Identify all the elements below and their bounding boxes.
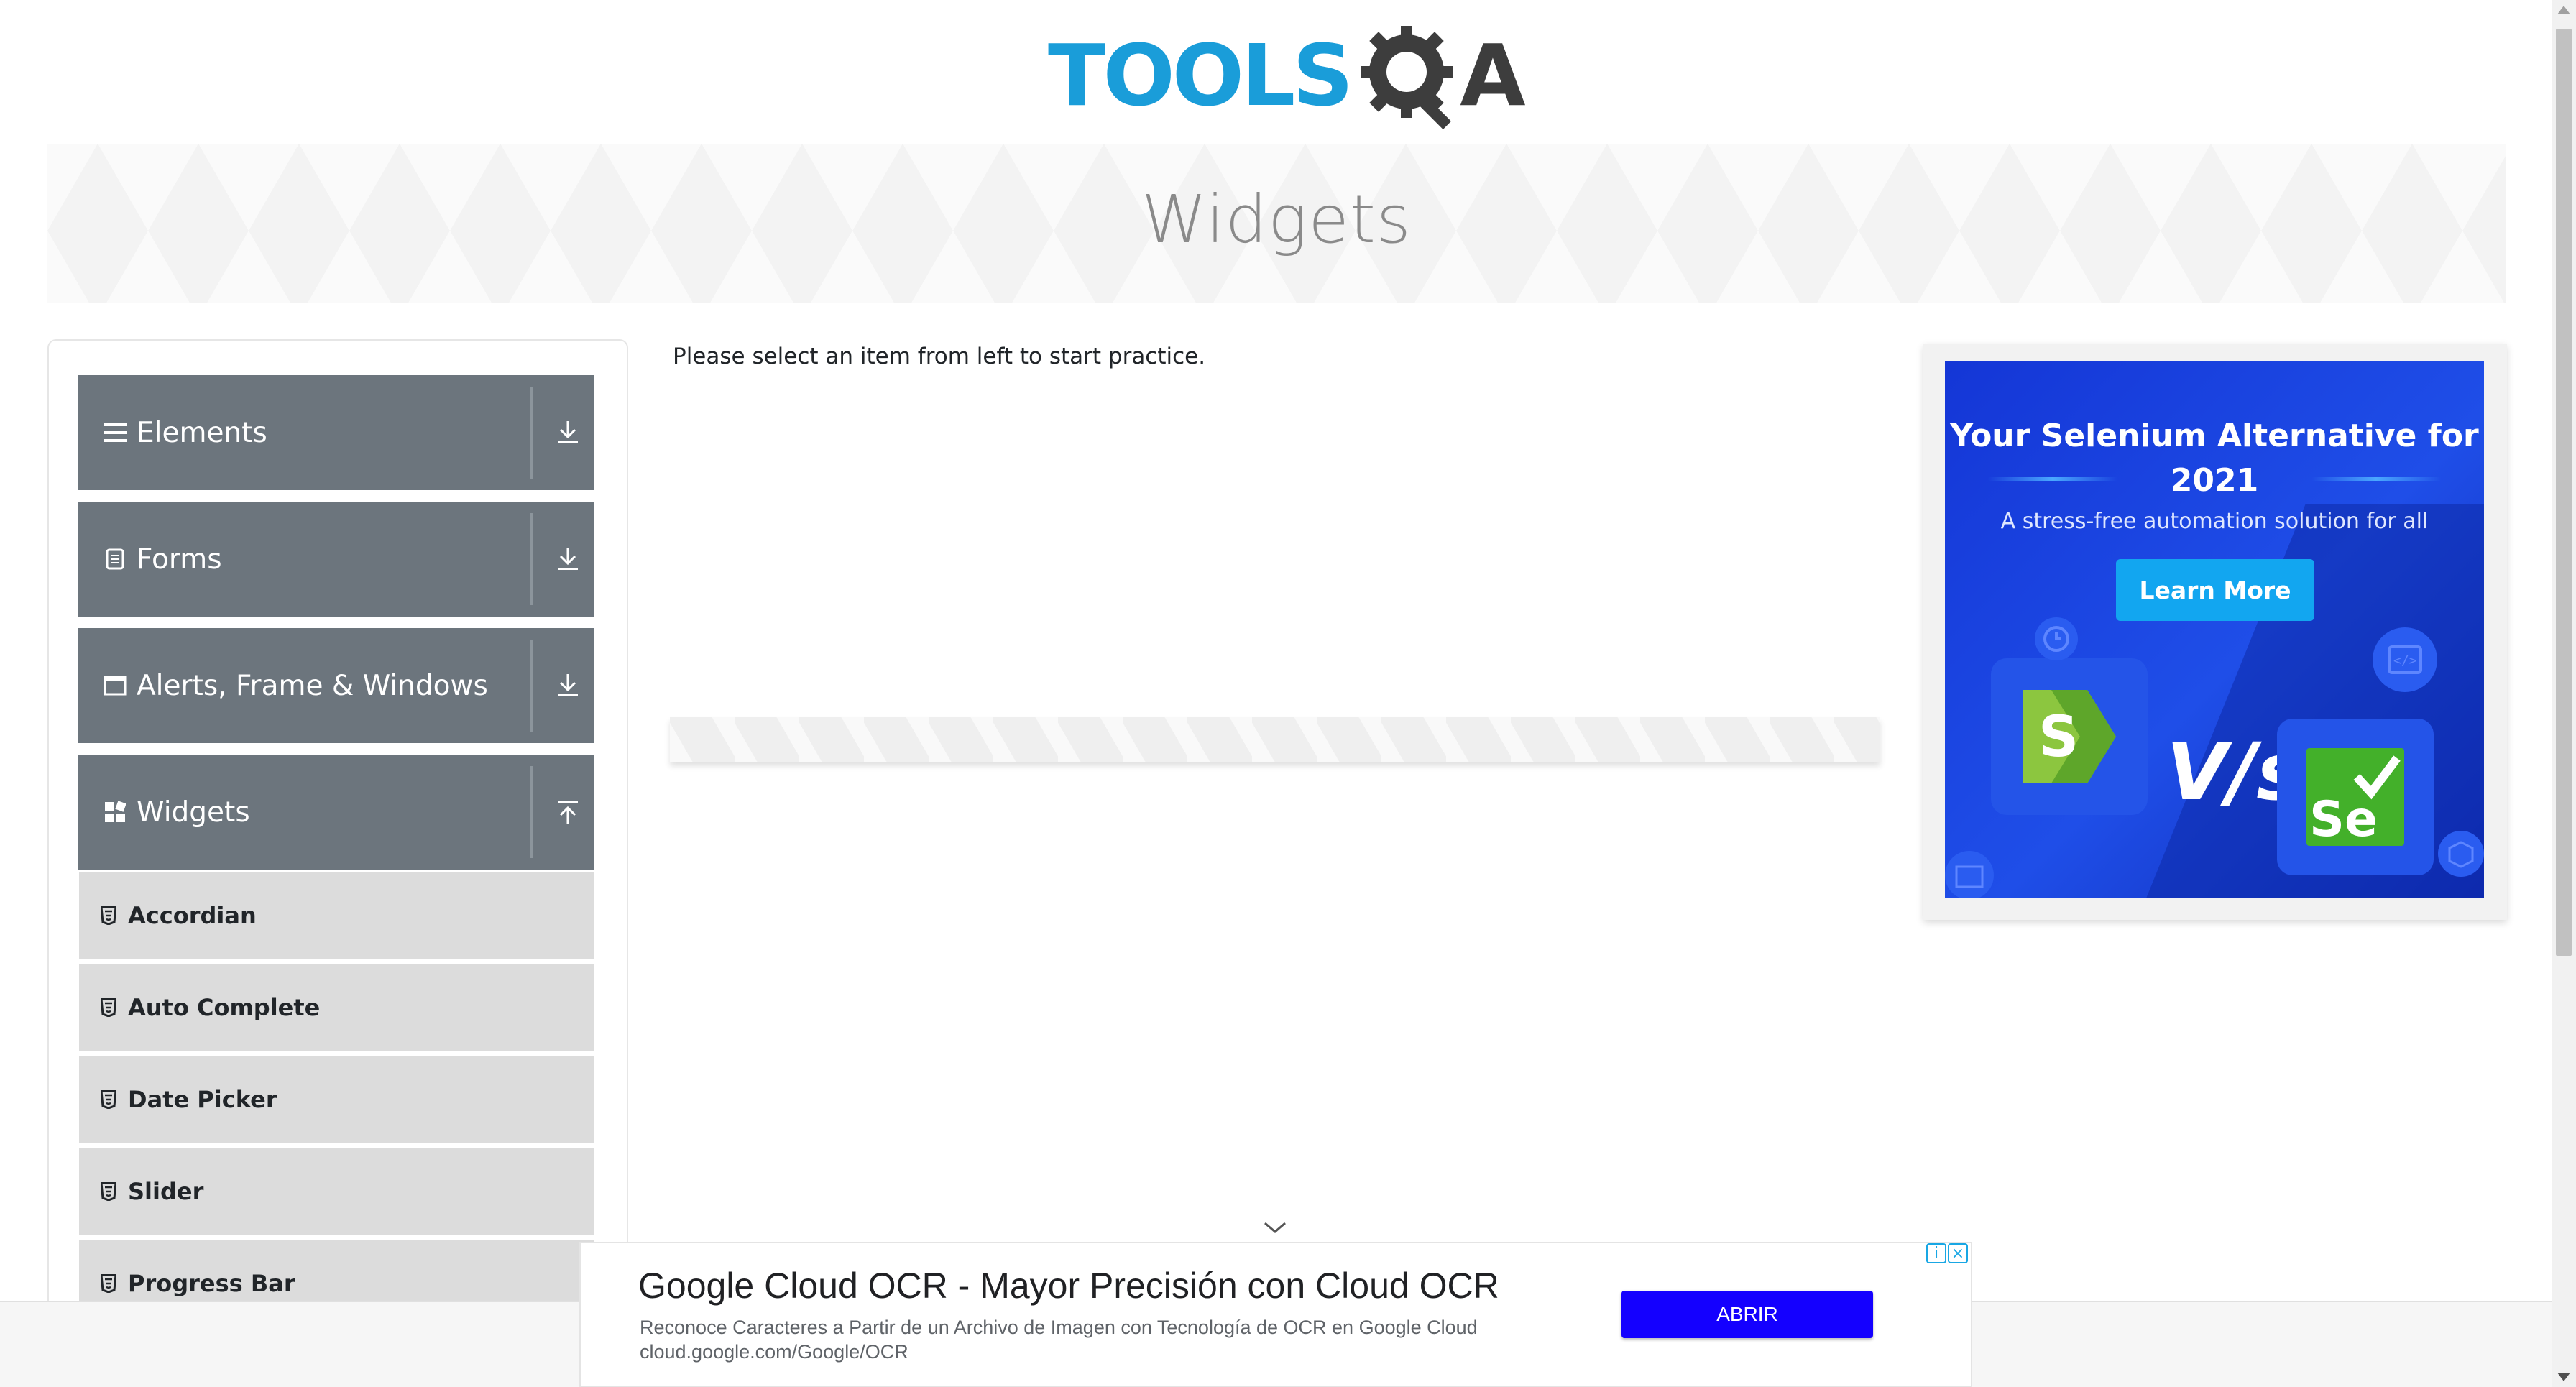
window-icon <box>102 676 128 696</box>
download-arrow-icon[interactable] <box>553 415 582 450</box>
html5-icon <box>101 1090 119 1109</box>
scrollbar-thumb[interactable] <box>2556 29 2572 956</box>
page-title: Widgets <box>1141 181 1412 258</box>
sidebar-item-slider[interactable]: Slider <box>79 1148 594 1238</box>
ad-accent-line <box>2312 477 2441 481</box>
sidebar-group-forms[interactable]: Forms <box>78 502 594 617</box>
sidebar-item-label: Progress Bar <box>128 1270 295 1297</box>
widgets-grid-icon <box>102 801 128 823</box>
ad-url[interactable]: cloud.google.com/Google/OCR <box>640 1341 908 1363</box>
sahi-logo-card: S <box>1991 658 2148 815</box>
sidebar-group-label: Widgets <box>137 796 250 829</box>
selenium-logo-icon: Se <box>2306 748 2404 846</box>
sidebar-item-label: Date Picker <box>128 1086 277 1113</box>
toolsqa-logo[interactable]: TOOLS A <box>1048 22 1526 129</box>
html5-icon <box>101 998 119 1017</box>
ad-accent-line <box>1988 477 2117 481</box>
left-sidebar: Elements Forms Alerts, Frame & Windows W… <box>47 339 628 1387</box>
download-arrow-icon[interactable] <box>553 668 582 703</box>
svg-text:S: S <box>2038 705 2079 770</box>
sidebar-group-label: Elements <box>137 416 267 449</box>
close-icon[interactable]: × <box>1948 1243 1968 1263</box>
code-icon: </> <box>2373 627 2437 692</box>
sidebar-group-elements[interactable]: Elements <box>78 375 594 490</box>
sidebar-group-widgets[interactable]: Widgets <box>78 755 594 870</box>
ad-choices[interactable]: i × <box>1926 1243 1968 1263</box>
ad-headline[interactable]: Google Cloud OCR - Mayor Precisión con C… <box>638 1265 1499 1307</box>
sidebar-item-label: Slider <box>128 1178 204 1205</box>
sidebar-group-alerts[interactable]: Alerts, Frame & Windows <box>78 628 594 743</box>
separator <box>530 513 533 605</box>
box-icon <box>2438 831 2484 877</box>
separator <box>530 766 533 858</box>
sidebar-item-accordian[interactable]: Accordian <box>79 872 594 962</box>
clock-icon <box>2035 617 2078 660</box>
learn-more-button[interactable]: Learn More <box>2116 559 2314 621</box>
svg-text:Se: Se <box>2309 791 2378 846</box>
sidebar-group-label: Forms <box>137 543 222 576</box>
svg-text:</>: </> <box>2393 653 2417 668</box>
html5-icon <box>101 1182 119 1201</box>
scroll-down-arrow-icon[interactable] <box>2557 1373 2570 1381</box>
menu-icon <box>102 422 128 443</box>
sidebar-item-auto-complete[interactable]: Auto Complete <box>79 964 594 1054</box>
s-logo-icon: S <box>2023 690 2116 783</box>
ad-description: Reconoce Caracteres a Partir de un Archi… <box>640 1317 1478 1338</box>
image-icon <box>1945 851 1994 898</box>
separator <box>530 387 533 479</box>
bottom-ad-banner[interactable]: Google Cloud OCR - Mayor Precisión con C… <box>579 1242 1972 1387</box>
download-arrow-icon[interactable] <box>553 542 582 576</box>
logo-wordmark: TOOLS <box>1048 26 1353 125</box>
info-icon[interactable]: i <box>1926 1243 1946 1263</box>
gear-magnifier-icon <box>1361 26 1453 129</box>
scroll-up-arrow-icon[interactable] <box>2557 6 2570 14</box>
right-ad-banner[interactable]: Your Selenium Alternative for 2021 A str… <box>1945 361 2484 898</box>
html5-icon <box>101 906 119 925</box>
sidebar-item-label: Accordian <box>128 902 257 929</box>
ad-subtitle: A stress-free automation solution for al… <box>2000 509 2429 534</box>
sidebar-item-date-picker[interactable]: Date Picker <box>79 1056 594 1146</box>
vertical-scrollbar[interactable] <box>2552 0 2576 1387</box>
sidebar-group-label: Alerts, Frame & Windows <box>137 669 488 702</box>
decorative-strip <box>670 717 1880 762</box>
chevron-down-icon[interactable] <box>1262 1220 1288 1235</box>
upload-arrow-icon[interactable] <box>553 795 582 829</box>
ad-title: Your Selenium Alternative for 2021 <box>1950 418 2479 499</box>
open-ad-button[interactable]: ABRIR <box>1622 1291 1873 1338</box>
selenium-logo-card: Se <box>2277 719 2434 875</box>
separator <box>530 640 533 732</box>
document-icon <box>102 548 128 570</box>
sidebar-item-label: Auto Complete <box>128 994 321 1021</box>
logo-letter-a: A <box>1460 26 1526 125</box>
page-banner: Widgets <box>47 144 2506 303</box>
html5-icon <box>101 1274 119 1293</box>
practice-prompt: Please select an item from left to start… <box>673 344 1206 369</box>
